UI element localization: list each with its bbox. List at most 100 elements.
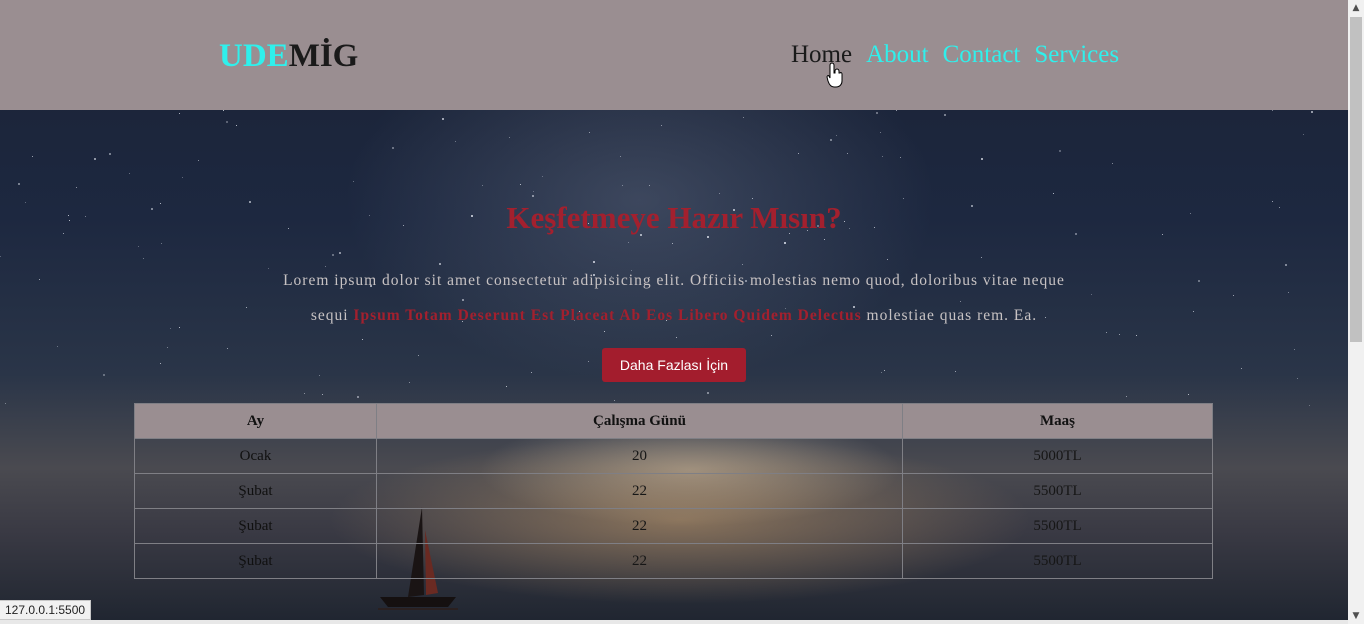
star — [198, 160, 199, 161]
star — [1053, 193, 1054, 194]
brand-logo-part2: MİG — [288, 38, 359, 74]
table-cell-workdays: 22 — [376, 543, 903, 579]
star — [109, 153, 111, 155]
table-row: Şubat 22 5500TL — [134, 508, 1213, 544]
star — [1288, 292, 1289, 293]
table-row: Şubat 22 5500TL — [134, 543, 1213, 579]
star — [442, 118, 444, 120]
star — [824, 239, 825, 240]
star — [18, 183, 20, 185]
star — [981, 257, 982, 258]
star — [620, 156, 621, 157]
star — [1309, 405, 1310, 406]
star — [1297, 378, 1298, 379]
table-cell-workdays: 22 — [376, 473, 903, 509]
star — [357, 396, 359, 398]
star — [882, 156, 883, 157]
table-cell-month: Şubat — [134, 473, 377, 509]
star — [409, 382, 410, 383]
nav-link-contact[interactable]: Contact — [943, 41, 1021, 69]
scrollbar-thumb[interactable] — [1350, 17, 1362, 342]
table-row: Şubat 22 5500TL — [134, 473, 1213, 509]
learn-more-button[interactable]: Daha Fazlası İçin — [602, 348, 746, 382]
hero-description: Lorem ipsum dolor sit amet consectetur a… — [270, 263, 1078, 333]
table-cell-workdays: 20 — [376, 438, 903, 474]
star — [182, 177, 183, 178]
star — [1198, 280, 1200, 282]
star — [223, 110, 224, 111]
table-cell-salary: 5500TL — [902, 473, 1213, 509]
arrow-up-icon[interactable]: ▲ — [1348, 0, 1364, 16]
star — [884, 370, 885, 371]
table-cell-salary: 5000TL — [902, 438, 1213, 474]
hand-pointer-icon — [826, 62, 843, 88]
table-cell-salary: 5500TL — [902, 508, 1213, 544]
star — [533, 191, 534, 192]
star — [1294, 349, 1295, 350]
star — [622, 185, 623, 186]
star — [743, 117, 744, 118]
table-header-salary: Maaş — [902, 403, 1213, 439]
nav-link-about[interactable]: About — [866, 41, 929, 69]
nav-link-services[interactable]: Services — [1034, 41, 1119, 69]
star — [94, 158, 96, 160]
table-cell-month: Ocak — [134, 438, 377, 474]
star — [1136, 335, 1137, 336]
star — [880, 132, 881, 133]
star — [847, 153, 848, 154]
star — [903, 198, 904, 199]
star — [981, 158, 983, 160]
star — [532, 195, 534, 197]
star — [160, 363, 161, 364]
hero-title: Keşfetmeye Hazır Mısın? — [506, 200, 842, 235]
star — [531, 372, 532, 373]
star — [509, 137, 510, 138]
star — [482, 185, 483, 186]
star — [227, 348, 228, 349]
star — [226, 121, 228, 123]
star — [881, 372, 882, 373]
star — [319, 375, 320, 376]
table-cell-workdays: 22 — [376, 508, 903, 544]
star — [707, 236, 709, 238]
star — [1272, 110, 1273, 111]
star — [0, 256, 1, 257]
star — [236, 125, 237, 126]
star — [542, 176, 543, 177]
star — [39, 279, 40, 280]
table-header-month: Ay — [134, 403, 377, 439]
star — [752, 198, 753, 199]
arrow-down-icon[interactable]: ▼ — [1348, 608, 1364, 624]
taskbar-strip — [0, 620, 1348, 624]
star — [392, 147, 394, 149]
star — [339, 252, 341, 254]
star — [1112, 163, 1113, 164]
star — [161, 243, 162, 244]
star — [520, 184, 521, 185]
star — [719, 193, 720, 194]
star — [1285, 264, 1287, 266]
star — [322, 394, 323, 395]
star — [1126, 396, 1127, 397]
star — [5, 403, 6, 404]
star — [896, 110, 897, 111]
star — [362, 339, 363, 340]
star — [268, 268, 269, 269]
star — [1193, 311, 1194, 312]
status-bar-url: 127.0.0.1:5500 — [0, 600, 92, 620]
vertical-scrollbar[interactable]: ▲ ▼ — [1348, 0, 1364, 624]
star — [944, 114, 946, 116]
star — [76, 187, 77, 188]
star — [676, 337, 677, 338]
brand-logo[interactable]: UDEMİG — [219, 38, 358, 75]
star — [628, 242, 629, 243]
star — [589, 132, 590, 133]
brand-logo-part1: UDE — [219, 38, 289, 74]
star — [143, 258, 144, 259]
star — [1059, 150, 1061, 152]
table-header-workdays: Çalışma Günü — [376, 403, 903, 439]
star — [129, 173, 130, 174]
star — [32, 156, 33, 157]
star — [1188, 394, 1189, 395]
star — [418, 355, 419, 356]
